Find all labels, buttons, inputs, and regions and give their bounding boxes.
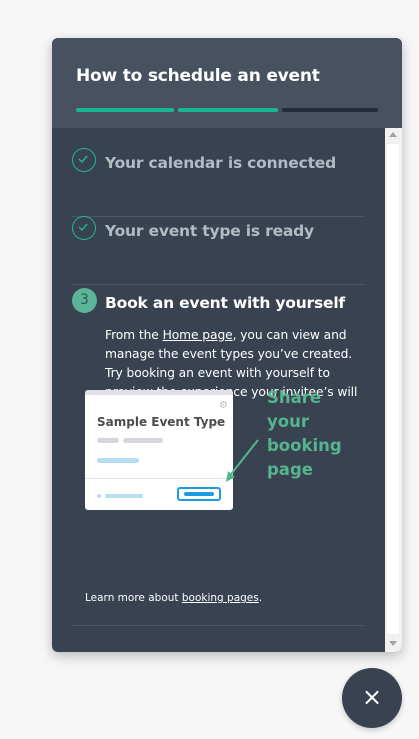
step-calendar-connected[interactable]: Your calendar is connected	[72, 148, 364, 217]
learn-text: .	[258, 592, 263, 604]
progress-segment-2	[178, 108, 278, 112]
step-label: Book an event with yourself	[105, 294, 345, 312]
step-event-type-ready[interactable]: Your event type is ready	[72, 216, 364, 285]
card-divider	[85, 478, 233, 479]
progress-segment-3	[282, 108, 378, 112]
home-page-link[interactable]: Home page	[163, 328, 233, 342]
learn-more: Learn more about booking pages.	[85, 592, 262, 604]
onboarding-panel: How to schedule an event Your calendar i…	[52, 38, 402, 652]
progress-bar	[76, 108, 378, 112]
gear-icon: ⚙	[219, 400, 228, 411]
step-label: Your calendar is connected	[105, 154, 336, 172]
panel-title: How to schedule an event	[76, 66, 320, 86]
close-icon: ×	[361, 683, 383, 711]
desc-text: From the	[105, 328, 163, 342]
sample-event-card-image: ⚙ Sample Event Type	[85, 390, 233, 510]
scrollbar-thumb[interactable]	[387, 144, 399, 634]
placeholder-link	[97, 458, 139, 463]
placeholder-dot	[97, 494, 101, 498]
learn-text: Learn more about	[85, 592, 182, 604]
step-number-badge: 3	[72, 288, 97, 313]
panel-header: How to schedule an event	[52, 38, 402, 128]
share-callout: Share your booking page	[267, 388, 342, 479]
close-button[interactable]: ×	[342, 668, 402, 728]
booking-pages-link[interactable]: booking pages	[182, 592, 259, 604]
card-top-bar	[85, 390, 233, 395]
steps-list: Your calendar is connected Your event ty…	[52, 128, 385, 652]
progress-segment-1	[76, 108, 174, 112]
check-circle-icon	[72, 148, 96, 172]
share-button-illustration	[177, 487, 221, 501]
step-label: Your event type is ready	[105, 222, 314, 240]
scroll-up-icon[interactable]	[389, 132, 397, 137]
check-circle-icon	[72, 216, 96, 240]
divider	[72, 625, 364, 626]
scrollbar[interactable]	[385, 128, 402, 652]
placeholder-line	[97, 438, 119, 443]
card-title: Sample Event Type	[97, 415, 226, 429]
placeholder-link	[105, 494, 143, 498]
arrow-icon	[226, 439, 259, 482]
button-fill	[184, 492, 214, 496]
scroll-down-icon[interactable]	[389, 641, 397, 646]
placeholder-line	[123, 438, 163, 443]
